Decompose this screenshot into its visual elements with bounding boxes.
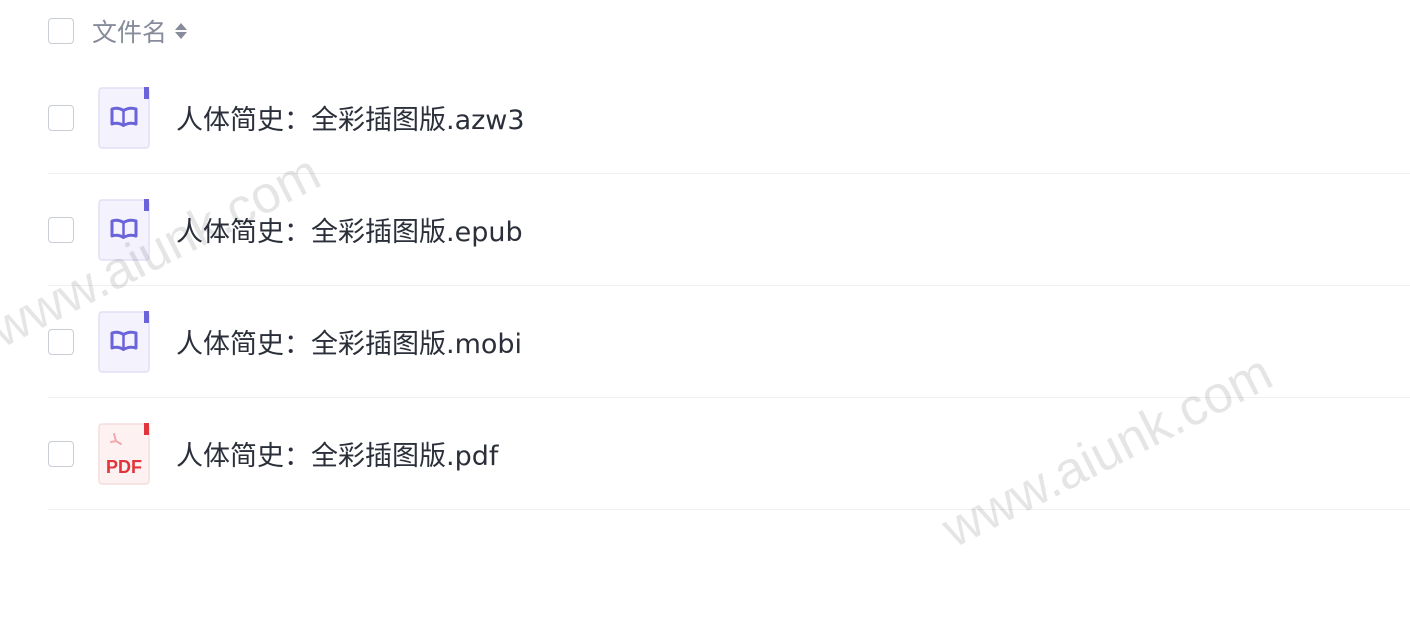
ebook-icon xyxy=(98,86,150,149)
file-name[interactable]: 人体简史：全彩插图版.pdf xyxy=(176,434,498,473)
file-list-header: 文件名 xyxy=(48,0,1410,62)
select-all-checkbox[interactable] xyxy=(48,18,74,44)
file-row[interactable]: 人体简史：全彩插图版.azw3 xyxy=(48,62,1410,174)
file-list: 文件名 人体简史：全彩插图版.azw3 人体简史：全彩插图版.epub 人体简史… xyxy=(48,0,1410,510)
filename-column-header[interactable]: 文件名 xyxy=(92,13,188,49)
file-name[interactable]: 人体简史：全彩插图版.azw3 xyxy=(176,98,525,137)
file-row[interactable]: 人体简史：全彩插图版.mobi xyxy=(48,286,1410,398)
file-row[interactable]: PDF 人体简史：全彩插图版.pdf xyxy=(48,398,1410,510)
file-row-checkbox[interactable] xyxy=(48,328,74,355)
file-name[interactable]: 人体简史：全彩插图版.epub xyxy=(176,210,523,249)
file-name[interactable]: 人体简史：全彩插图版.mobi xyxy=(176,322,522,361)
pdf-icon-label: PDF xyxy=(106,457,142,477)
file-row-checkbox[interactable] xyxy=(48,216,74,243)
ebook-icon xyxy=(98,310,150,373)
file-row[interactable]: 人体简史：全彩插图版.epub xyxy=(48,174,1410,286)
sort-caret-icon[interactable] xyxy=(175,23,188,39)
file-row-checkbox[interactable] xyxy=(48,104,74,131)
filename-column-label: 文件名 xyxy=(92,18,168,47)
ebook-icon xyxy=(98,198,150,261)
pdf-icon: PDF xyxy=(98,422,150,485)
file-row-checkbox[interactable] xyxy=(48,440,74,467)
